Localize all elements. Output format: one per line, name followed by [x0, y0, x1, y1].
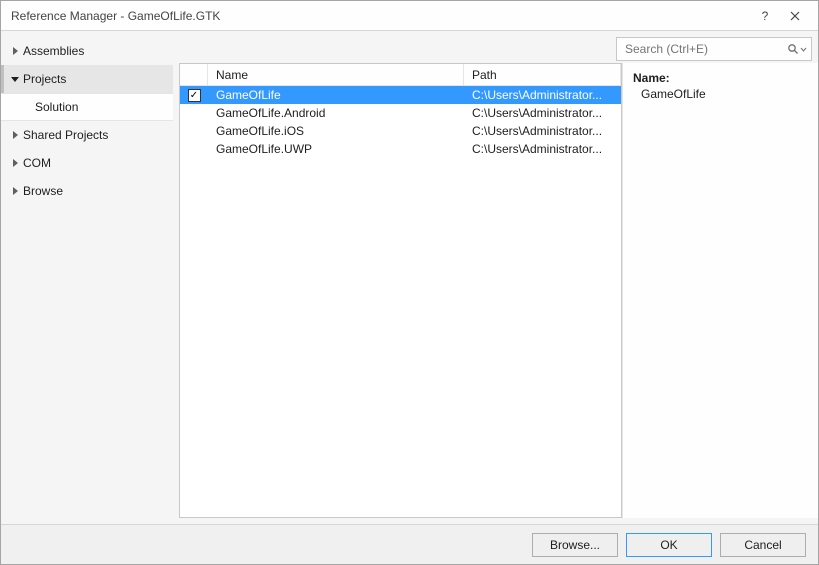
grid-header: Name Path — [180, 64, 621, 86]
sidebar: Assemblies Projects Solution Shared Proj… — [1, 31, 173, 524]
sidebar-item-shared-projects[interactable]: Shared Projects — [1, 121, 173, 149]
footer: Browse... OK Cancel — [1, 524, 818, 564]
details-panel: Name: GameOfLife — [622, 63, 818, 518]
row-name: GameOfLife.iOS — [208, 124, 464, 138]
chevron-down-icon — [9, 77, 21, 82]
ok-button[interactable]: OK — [626, 533, 712, 557]
chevron-right-icon — [9, 187, 21, 195]
sidebar-item-label: Projects — [23, 72, 66, 86]
chevron-down-icon — [800, 43, 807, 55]
row-path: C:\Users\Administrator... — [464, 124, 621, 138]
row-checkbox[interactable]: ✓ — [180, 89, 208, 102]
search-input[interactable] — [623, 41, 787, 57]
close-button[interactable] — [780, 2, 810, 30]
reference-grid: Name Path ✓GameOfLifeC:\Users\Administra… — [179, 63, 622, 518]
row-name: GameOfLife.Android — [208, 106, 464, 120]
sidebar-item-label: Shared Projects — [23, 128, 108, 142]
row-name: GameOfLife.UWP — [208, 142, 464, 156]
sidebar-item-assemblies[interactable]: Assemblies — [1, 37, 173, 65]
sidebar-subitem-label: Solution — [35, 100, 78, 114]
table-row[interactable]: ✓ GameOfLifeC:\Users\Administrator... — [180, 86, 621, 104]
title-bar: Reference Manager - GameOfLife.GTK ? — [1, 1, 818, 31]
row-path: C:\Users\Administrator... — [464, 106, 621, 120]
table-row[interactable]: GameOfLife.iOSC:\Users\Administrator... — [180, 122, 621, 140]
column-header-check[interactable] — [180, 64, 208, 85]
search-dropdown-icon[interactable] — [787, 43, 807, 55]
row-path: C:\Users\Administrator... — [464, 88, 621, 102]
details-name-label: Name: — [633, 71, 808, 85]
row-name: GameOfLife — [208, 88, 464, 102]
details-name-value: GameOfLife — [633, 87, 808, 101]
checkbox-checked-icon: ✓ — [188, 89, 201, 102]
sidebar-item-label: COM — [23, 156, 51, 170]
table-row[interactable]: GameOfLife.AndroidC:\Users\Administrator… — [180, 104, 621, 122]
sidebar-item-projects[interactable]: Projects — [1, 65, 173, 93]
sidebar-subitem-solution[interactable]: Solution — [1, 93, 173, 121]
table-row[interactable]: GameOfLife.UWPC:\Users\Administrator... — [180, 140, 621, 158]
chevron-right-icon — [9, 47, 21, 55]
window-title: Reference Manager - GameOfLife.GTK — [11, 9, 750, 23]
search-icon — [787, 43, 799, 55]
main-area: Assemblies Projects Solution Shared Proj… — [1, 31, 818, 524]
row-path: C:\Users\Administrator... — [464, 142, 621, 156]
browse-button[interactable]: Browse... — [532, 533, 618, 557]
sidebar-item-label: Browse — [23, 184, 63, 198]
sidebar-item-label: Assemblies — [23, 44, 84, 58]
sidebar-item-com[interactable]: COM — [1, 149, 173, 177]
column-header-name[interactable]: Name — [208, 64, 464, 85]
grid-body: ✓GameOfLifeC:\Users\Administrator...Game… — [180, 86, 621, 517]
search-row — [173, 31, 818, 63]
chevron-right-icon — [9, 131, 21, 139]
chevron-right-icon — [9, 159, 21, 167]
search-box[interactable] — [616, 37, 812, 61]
close-icon — [790, 11, 800, 21]
center-panel: Name Path ✓GameOfLifeC:\Users\Administra… — [173, 31, 818, 524]
cancel-button[interactable]: Cancel — [720, 533, 806, 557]
column-header-path[interactable]: Path — [464, 64, 621, 85]
help-button[interactable]: ? — [750, 2, 780, 30]
grid-wrap: Name Path ✓GameOfLifeC:\Users\Administra… — [173, 63, 818, 524]
sidebar-item-browse[interactable]: Browse — [1, 177, 173, 205]
